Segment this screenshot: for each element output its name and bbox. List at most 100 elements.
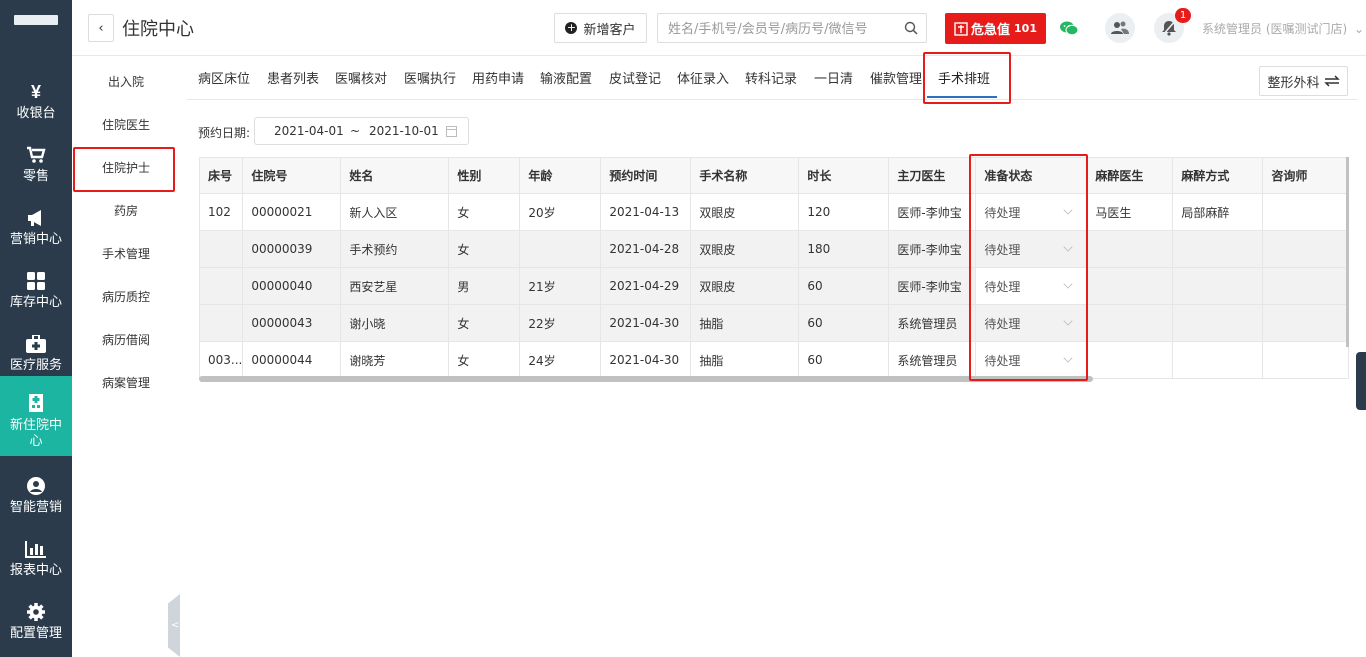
tab-medication-request[interactable]: 用药申请 <box>472 60 524 99</box>
nav-config-management[interactable]: 配置管理 <box>0 590 72 653</box>
tab-patient-list[interactable]: 患者列表 <box>267 60 319 99</box>
col-header: 床号 <box>198 157 244 194</box>
nav-cashier[interactable]: ¥ 收银台 <box>0 70 72 133</box>
nav-label: 库存中心 <box>9 295 62 310</box>
nav-label: 智能营销 <box>9 500 62 515</box>
critical-value-count: 101 <box>1014 22 1037 35</box>
users-icon[interactable] <box>1105 13 1135 43</box>
vertical-scrollbar[interactable] <box>1346 157 1349 347</box>
tab-order-execute[interactable]: 医嘱执行 <box>404 60 456 99</box>
col-header: 麻醉医生 <box>1086 157 1174 194</box>
table-row[interactable]: 00000039 手术预约 女 2021-04-28 双眼皮 180 医师-李帅… <box>198 230 1350 268</box>
main-content: 病区床位 患者列表 医嘱核对 医嘱执行 用药申请 输液配置 皮试登记 体征录入 … <box>187 60 1358 657</box>
table-cell <box>1086 304 1174 342</box>
submenu-inpatient-doctor[interactable]: 住院医生 <box>72 104 180 147</box>
col-header: 预约时间 <box>600 157 692 194</box>
bar-chart-icon <box>0 537 72 561</box>
table-cell: 102 <box>198 193 244 231</box>
table-cell: 谢晓芳 <box>340 341 450 379</box>
submenu-inpatient-nurse[interactable]: 住院护士 <box>72 147 180 190</box>
critical-value-label: 危急值 <box>971 23 1011 38</box>
table-cell <box>1172 341 1264 379</box>
swap-icon <box>1323 75 1340 87</box>
table-cell: 00000044 <box>242 341 342 379</box>
status-select[interactable]: 待处理 <box>975 193 1088 231</box>
col-header: 准备状态 <box>975 157 1088 194</box>
table-cell: 20岁 <box>519 193 602 231</box>
grid-icon <box>0 269 72 293</box>
submenu-record-quality[interactable]: 病历质控 <box>72 276 180 319</box>
date-filter-label: 预约日期: <box>198 126 251 140</box>
table-row[interactable]: 00000043 谢小晓 女 22岁 2021-04-30 抽脂 60 系统管理… <box>198 304 1350 342</box>
nav-marketing[interactable]: 营销中心 <box>0 196 72 259</box>
status-select[interactable]: 待处理 <box>975 230 1088 268</box>
table-cell: 双眼皮 <box>690 193 800 231</box>
submenu-surgery-management[interactable]: 手术管理 <box>72 233 180 276</box>
horizontal-scrollbar[interactable] <box>199 376 1093 382</box>
critical-value-button[interactable]: 危急值 101 <box>945 13 1046 44</box>
date-end[interactable]: 2021-10-01 <box>369 124 439 138</box>
nav-report-center[interactable]: 报表中心 <box>0 527 72 590</box>
nav-inventory[interactable]: 库存中心 <box>0 259 72 322</box>
table-cell: 抽脂 <box>690 341 800 379</box>
tab-order-check[interactable]: 医嘱核对 <box>335 60 387 99</box>
tab-ward-beds[interactable]: 病区床位 <box>198 60 250 99</box>
table-cell <box>1262 230 1350 268</box>
date-start[interactable]: 2021-04-01 <box>274 124 344 138</box>
submenu-admission-discharge[interactable]: 出入院 <box>72 61 180 104</box>
table-cell: 2021-04-30 <box>600 341 692 379</box>
megaphone-icon <box>0 206 72 230</box>
cart-icon <box>0 143 72 167</box>
table-row[interactable]: 00000040 西安艺星 男 21岁 2021-04-29 双眼皮 60 医师… <box>198 267 1350 305</box>
table-cell: 西安艺星 <box>340 267 450 305</box>
sidebar-collapse-handle[interactable]: < <box>168 594 180 657</box>
chevron-down-icon <box>1063 316 1073 326</box>
table-cell: 00000021 <box>242 193 342 231</box>
table-cell: 系统管理员 <box>888 304 977 342</box>
department-switch-button[interactable]: 整形外科 <box>1259 66 1348 96</box>
table-row[interactable]: 102 00000021 新人入区 女 20岁 2021-04-13 双眼皮 1… <box>198 193 1350 231</box>
table-cell <box>1086 230 1174 268</box>
table-cell: 003... <box>198 341 244 379</box>
wechat-icon[interactable] <box>1054 13 1084 43</box>
tab-surgery-schedule[interactable]: 手术排班 <box>938 60 990 99</box>
back-button[interactable]: ‹ <box>88 14 114 42</box>
nav-new-inpatient-center[interactable]: 新住院中心 <box>0 376 72 456</box>
date-range-picker[interactable]: 2021-04-01 ~ 2021-10-01 <box>254 117 469 145</box>
user-menu[interactable]: 系统管理员 (医嘱测试门店) ⌄ <box>1202 20 1364 37</box>
side-widget-handle[interactable] <box>1356 352 1366 410</box>
table-cell: 60 <box>798 304 890 342</box>
status-select[interactable]: 待处理 <box>975 267 1088 305</box>
table-cell <box>1262 304 1350 342</box>
tab-payment-reminder[interactable]: 催款管理 <box>870 60 922 99</box>
status-value: 待处理 <box>984 242 1021 257</box>
table-cell <box>1172 230 1264 268</box>
chevron-down-icon <box>1063 205 1073 215</box>
table-cell: 新人入区 <box>340 193 450 231</box>
add-customer-button[interactable]: + 新增客户 <box>554 13 647 43</box>
nav-retail[interactable]: 零售 <box>0 133 72 196</box>
search-input[interactable] <box>668 20 888 38</box>
chevron-down-icon <box>1063 353 1073 363</box>
table-cell: 2021-04-13 <box>600 193 692 231</box>
plus-icon: + <box>565 21 578 34</box>
submenu-pharmacy[interactable]: 药房 <box>72 190 180 233</box>
nav-smart-marketing[interactable]: 智能营销 <box>0 464 72 527</box>
nav-label: 营销中心 <box>9 232 62 247</box>
search-icon[interactable] <box>904 21 918 35</box>
submenu-record-borrow[interactable]: 病历借阅 <box>72 319 180 362</box>
nav-label: 收银台 <box>16 106 56 121</box>
chevron-left-icon: ‹ <box>98 20 104 36</box>
search-box <box>657 13 927 43</box>
tab-transfer-record[interactable]: 转科记录 <box>745 60 797 99</box>
tab-infusion-config[interactable]: 输液配置 <box>540 60 592 99</box>
tab-daily-bill[interactable]: 一日清 <box>814 60 853 99</box>
submenu-case-management[interactable]: 病案管理 <box>72 362 180 405</box>
status-select[interactable]: 待处理 <box>975 304 1088 342</box>
tab-skin-test[interactable]: 皮试登记 <box>609 60 661 99</box>
active-tab-indicator <box>927 96 997 98</box>
table-row[interactable]: 003... 00000044 谢晓芳 女 24岁 2021-04-30 抽脂 … <box>198 341 1350 379</box>
status-select[interactable]: 待处理 <box>975 341 1088 379</box>
nav-label: 新住院中心 <box>9 418 62 449</box>
tab-vitals-entry[interactable]: 体征录入 <box>677 60 729 99</box>
